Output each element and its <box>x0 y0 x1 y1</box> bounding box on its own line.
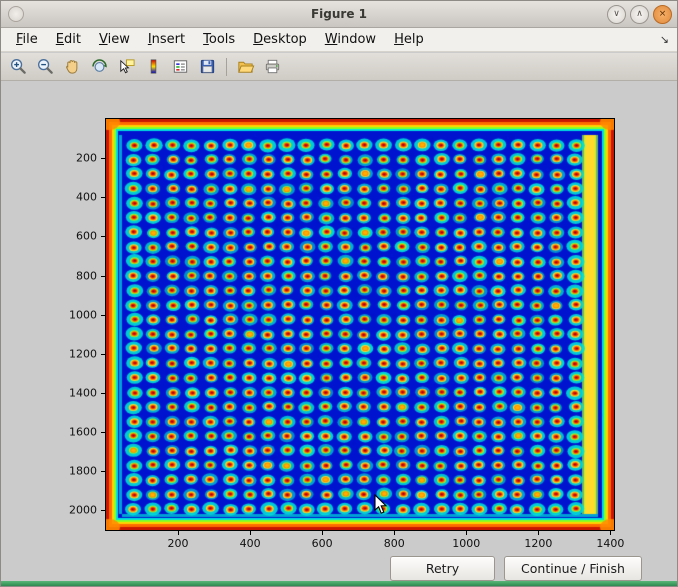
x-tick-mark <box>394 531 395 535</box>
y-tick-mark <box>101 432 105 433</box>
x-tick-label: 1200 <box>524 537 552 550</box>
y-tick-label: 1400 <box>51 387 97 400</box>
zoom-out-button[interactable] <box>33 54 58 79</box>
window-controls: ∨∧× <box>607 5 672 24</box>
window-bottom-edge <box>1 581 677 586</box>
insert-colorbar-icon <box>144 57 163 76</box>
x-tick-label: 1400 <box>596 537 624 550</box>
x-tick-label: 600 <box>312 537 333 550</box>
insert-legend-button[interactable] <box>168 54 193 79</box>
continue-finish-button[interactable]: Continue / Finish <box>504 556 642 581</box>
menu-insert[interactable]: Insert <box>139 30 194 49</box>
menu-tools[interactable]: Tools <box>194 30 244 49</box>
data-cursor-icon <box>117 57 136 76</box>
y-tick-label: 1000 <box>51 308 97 321</box>
menu-overflow-icon[interactable]: ↘ <box>660 33 669 46</box>
open-folder-icon <box>236 57 255 76</box>
toolbar-separator <box>226 58 227 76</box>
print-button[interactable] <box>260 54 285 79</box>
menu-help[interactable]: Help <box>385 30 433 49</box>
data-cursor-button[interactable] <box>114 54 139 79</box>
x-tick-mark <box>250 531 251 535</box>
x-tick-mark <box>178 531 179 535</box>
maximize-button[interactable]: ∧ <box>630 5 649 24</box>
save-icon <box>198 57 217 76</box>
x-tick-label: 800 <box>384 537 405 550</box>
y-tick-label: 2000 <box>51 504 97 517</box>
window-title: Figure 1 <box>1 7 677 21</box>
close-button[interactable]: × <box>653 5 672 24</box>
zoom-in-icon <box>9 57 28 76</box>
toolbar <box>1 53 677 81</box>
y-tick-mark <box>101 315 105 316</box>
pan-icon <box>63 57 82 76</box>
menu-file[interactable]: File <box>7 30 47 49</box>
y-tick-mark <box>101 354 105 355</box>
save-button[interactable] <box>195 54 220 79</box>
menu-window[interactable]: Window <box>316 30 385 49</box>
insert-colorbar-button[interactable] <box>141 54 166 79</box>
insert-legend-icon <box>171 57 190 76</box>
figure-window: Figure 1 ∨∧× FileEditViewInsertToolsDesk… <box>0 0 678 587</box>
pan-button[interactable] <box>60 54 85 79</box>
menu-edit[interactable]: Edit <box>47 30 90 49</box>
y-tick-mark <box>101 471 105 472</box>
y-tick-label: 1600 <box>51 426 97 439</box>
zoom-out-icon <box>36 57 55 76</box>
x-tick-mark <box>322 531 323 535</box>
x-tick-label: 1000 <box>452 537 480 550</box>
menu-view[interactable]: View <box>90 30 139 49</box>
y-tick-label: 800 <box>51 269 97 282</box>
x-tick-mark <box>466 531 467 535</box>
axes-area: 2004006008001000120014001600180020002004… <box>105 118 615 531</box>
retry-button[interactable]: Retry <box>390 556 495 581</box>
titlebar[interactable]: Figure 1 ∨∧× <box>1 1 677 28</box>
rotate-3d-button[interactable] <box>87 54 112 79</box>
y-tick-label: 1800 <box>51 465 97 478</box>
open-folder-button[interactable] <box>233 54 258 79</box>
menu-bar: FileEditViewInsertToolsDesktopWindowHelp… <box>1 28 677 52</box>
y-tick-mark <box>101 510 105 511</box>
y-tick-mark <box>101 236 105 237</box>
print-icon <box>263 57 282 76</box>
y-tick-mark <box>101 276 105 277</box>
rotate-3d-icon <box>90 57 109 76</box>
y-tick-label: 200 <box>51 152 97 165</box>
x-tick-label: 400 <box>240 537 261 550</box>
zoom-in-button[interactable] <box>6 54 31 79</box>
y-tick-label: 400 <box>51 191 97 204</box>
y-tick-mark <box>101 158 105 159</box>
y-tick-label: 1200 <box>51 347 97 360</box>
x-tick-label: 200 <box>168 537 189 550</box>
y-tick-mark <box>101 197 105 198</box>
heatmap-image[interactable] <box>106 119 614 530</box>
menu-desktop[interactable]: Desktop <box>244 30 316 49</box>
x-tick-mark <box>538 531 539 535</box>
y-tick-label: 600 <box>51 230 97 243</box>
x-tick-mark <box>610 531 611 535</box>
y-tick-mark <box>101 393 105 394</box>
shade-button[interactable]: ∨ <box>607 5 626 24</box>
